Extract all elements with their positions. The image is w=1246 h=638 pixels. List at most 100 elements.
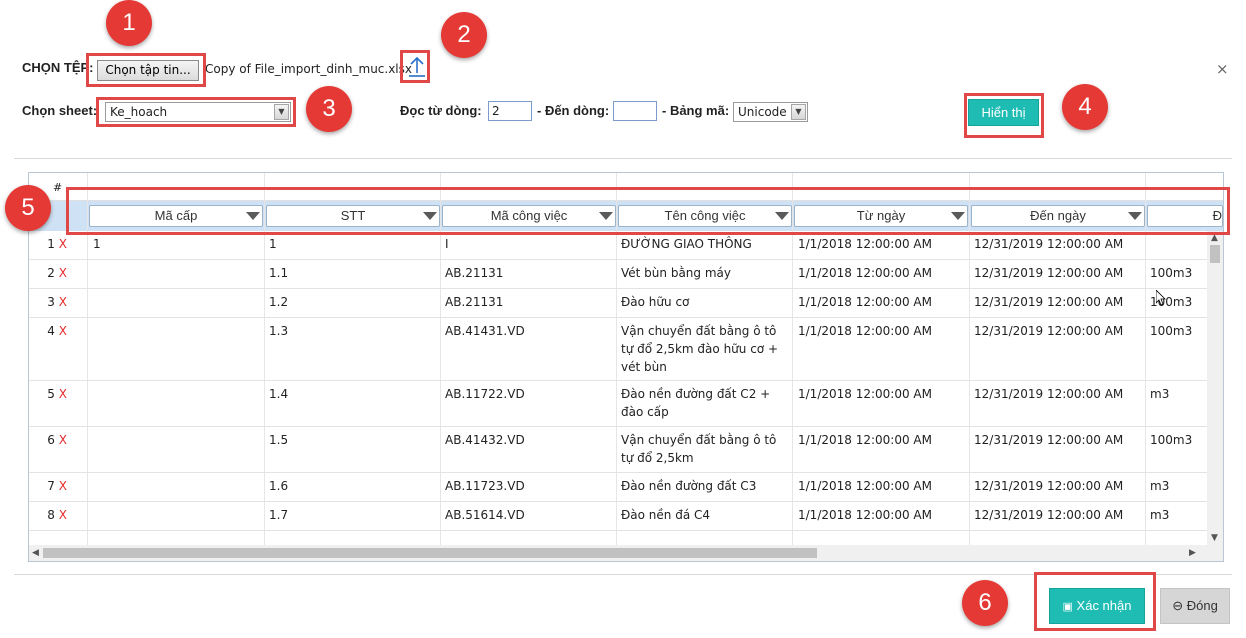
from-row-label: Đọc từ dòng:	[400, 103, 482, 118]
cell-tu-ngay: 1/1/2018 12:00:00 AM	[798, 508, 932, 522]
cell-don-vi: 100m3	[1150, 266, 1193, 280]
cell-ten-cong-viec: Đào nền đá C4	[621, 508, 711, 522]
horizontal-scroll-thumb[interactable]	[43, 548, 817, 558]
cell-stt: 1.1	[269, 266, 289, 280]
delete-row-icon[interactable]: X	[59, 266, 67, 280]
cell-ten-cong-viec: Vận chuyển đất bằng ô tô tự đổ 2,5km	[621, 433, 777, 465]
annotation-badge-6: 6	[962, 580, 1008, 626]
to-row-input[interactable]	[613, 101, 657, 121]
cell-don-vi: 100m3	[1150, 433, 1193, 447]
close-button-label: Đóng	[1186, 598, 1218, 613]
cell-ten-cong-viec: Đào hữu cơ	[621, 295, 690, 309]
row-index: 4	[47, 324, 55, 338]
annotation-box-header	[66, 187, 1230, 235]
cell-den-ngay: 12/31/2019 12:00:00 AM	[974, 433, 1124, 447]
row-index: 3	[47, 295, 55, 309]
cell-ma-cong-viec: I	[445, 237, 449, 251]
annotation-box-upload	[400, 50, 430, 83]
cell-don-vi: m3	[1150, 508, 1170, 522]
cell-don-vi: m3	[1150, 387, 1170, 401]
table-row[interactable]: 8 X 1.7 AB.51614.VD Đào nền đá C4 1/1/20…	[29, 502, 1209, 531]
row-index: 6	[47, 433, 55, 447]
annotation-box-show	[964, 93, 1044, 138]
row-number-header: #	[53, 181, 63, 194]
row-number: 5 X	[29, 385, 67, 403]
delete-row-icon[interactable]: X	[59, 387, 67, 401]
annotation-badge-4: 4	[1062, 84, 1108, 130]
cell-ma-cong-viec: AB.21131	[445, 266, 504, 280]
cell-stt: 1.2	[269, 295, 289, 309]
mouse-cursor-icon	[1156, 290, 1166, 306]
encoding-select[interactable]: Unicode ▼	[733, 102, 808, 122]
cell-stt: 1.7	[269, 508, 289, 522]
row-index: 8	[47, 508, 55, 522]
cell-ten-cong-viec: Vận chuyển đất bằng ô tô tự đổ 2,5km đào…	[621, 324, 779, 374]
close-button[interactable]: ⊖ Đóng	[1160, 588, 1230, 624]
cell-den-ngay: 12/31/2019 12:00:00 AM	[974, 237, 1124, 251]
file-label: CHỌN TỆP:	[22, 60, 94, 75]
delete-row-icon[interactable]: X	[59, 433, 67, 447]
horizontal-scrollbar[interactable]: ◀ ▶	[29, 545, 1223, 561]
cell-tu-ngay: 1/1/2018 12:00:00 AM	[798, 237, 932, 251]
chevron-down-icon: ▼	[791, 104, 806, 120]
delete-row-icon[interactable]: X	[59, 237, 67, 251]
annotation-box-confirm	[1034, 572, 1156, 631]
cell-don-vi: m3	[1150, 479, 1170, 493]
table-row[interactable]: 2 X 1.1 AB.21131 Vét bùn bằng máy 1/1/20…	[29, 260, 1209, 289]
cell-ten-cong-viec: Đào nền đường đất C2 + đào cấp	[621, 387, 771, 419]
annotation-badge-1: 1	[106, 0, 152, 46]
delete-row-icon[interactable]: X	[59, 508, 67, 522]
cell-tu-ngay: 1/1/2018 12:00:00 AM	[798, 324, 932, 338]
row-number: 1 X	[29, 235, 67, 253]
cell-den-ngay: 12/31/2019 12:00:00 AM	[974, 266, 1124, 280]
cell-don-vi: 100m3	[1150, 324, 1193, 338]
row-index: 2	[47, 266, 55, 280]
table-row[interactable]: 5 X 1.4 AB.11722.VD Đào nền đường đất C2…	[29, 381, 1209, 427]
table-row[interactable]: 6 X 1.5 AB.41432.VD Vận chuyển đất bằng …	[29, 427, 1209, 473]
cell-ma-cong-viec: AB.41432.VD	[445, 433, 525, 447]
delete-row-icon[interactable]: X	[59, 324, 67, 338]
vertical-scroll-thumb[interactable]	[1210, 245, 1220, 263]
scroll-left-icon[interactable]: ◀	[32, 548, 39, 558]
cell-tu-ngay: 1/1/2018 12:00:00 AM	[798, 387, 932, 401]
table-row[interactable]: 4 X 1.3 AB.41431.VD Vận chuyển đất bằng …	[29, 318, 1209, 381]
encoding-select-value: Unicode	[738, 105, 787, 119]
table-row[interactable]: 1 X 1 1 I ĐƯỜNG GIAO THÔNG 1/1/2018 12:0…	[29, 231, 1209, 260]
cell-tu-ngay: 1/1/2018 12:00:00 AM	[798, 266, 932, 280]
cell-tu-ngay: 1/1/2018 12:00:00 AM	[798, 479, 932, 493]
row-index: 1	[47, 237, 55, 251]
cell-ten-cong-viec: ĐƯỜNG GIAO THÔNG	[621, 237, 752, 251]
cell-stt: 1.3	[269, 324, 289, 338]
cell-ma-cong-viec: AB.21131	[445, 295, 504, 309]
close-icon[interactable]: ×	[1216, 60, 1229, 78]
delete-row-icon[interactable]: X	[59, 295, 67, 309]
row-index: 5	[47, 387, 55, 401]
encoding-label: - Bảng mã:	[662, 103, 730, 118]
row-number: 7 X	[29, 477, 67, 495]
from-row-input[interactable]: 2	[488, 101, 532, 121]
annotation-badge-3: 3	[306, 86, 352, 132]
scroll-down-icon[interactable]: ▼	[1211, 533, 1218, 543]
minus-circle-icon: ⊖	[1172, 598, 1184, 613]
vertical-scrollbar[interactable]: ▲ ▼	[1207, 231, 1223, 545]
cell-ten-cong-viec: Vét bùn bằng máy	[621, 266, 731, 280]
cell-den-ngay: 12/31/2019 12:00:00 AM	[974, 508, 1124, 522]
row-index: 7	[47, 479, 55, 493]
selected-file-name: Copy of File_import_dinh_muc.xlsx	[205, 62, 412, 76]
row-number: 6 X	[29, 431, 67, 449]
scroll-right-icon[interactable]: ▶	[1189, 548, 1196, 558]
sheet-label: Chọn sheet:	[22, 103, 98, 118]
row-number: 4 X	[29, 322, 67, 340]
cell-stt: 1.5	[269, 433, 289, 447]
cell-ma-cap: 1	[93, 237, 101, 251]
cell-ma-cong-viec: AB.11722.VD	[445, 387, 525, 401]
annotation-box-sheet	[96, 97, 296, 127]
delete-row-icon[interactable]: X	[59, 479, 67, 493]
annotation-badge-5: 5	[5, 185, 51, 231]
cell-den-ngay: 12/31/2019 12:00:00 AM	[974, 387, 1124, 401]
annotation-badge-2: 2	[441, 12, 487, 58]
cell-ma-cong-viec: AB.11723.VD	[445, 479, 525, 493]
table-row[interactable]: 3 X 1.2 AB.21131 Đào hữu cơ 1/1/2018 12:…	[29, 289, 1209, 318]
table-row[interactable]: 7 X 1.6 AB.11723.VD Đào nền đường đất C3…	[29, 473, 1209, 502]
row-number: 3 X	[29, 293, 67, 311]
